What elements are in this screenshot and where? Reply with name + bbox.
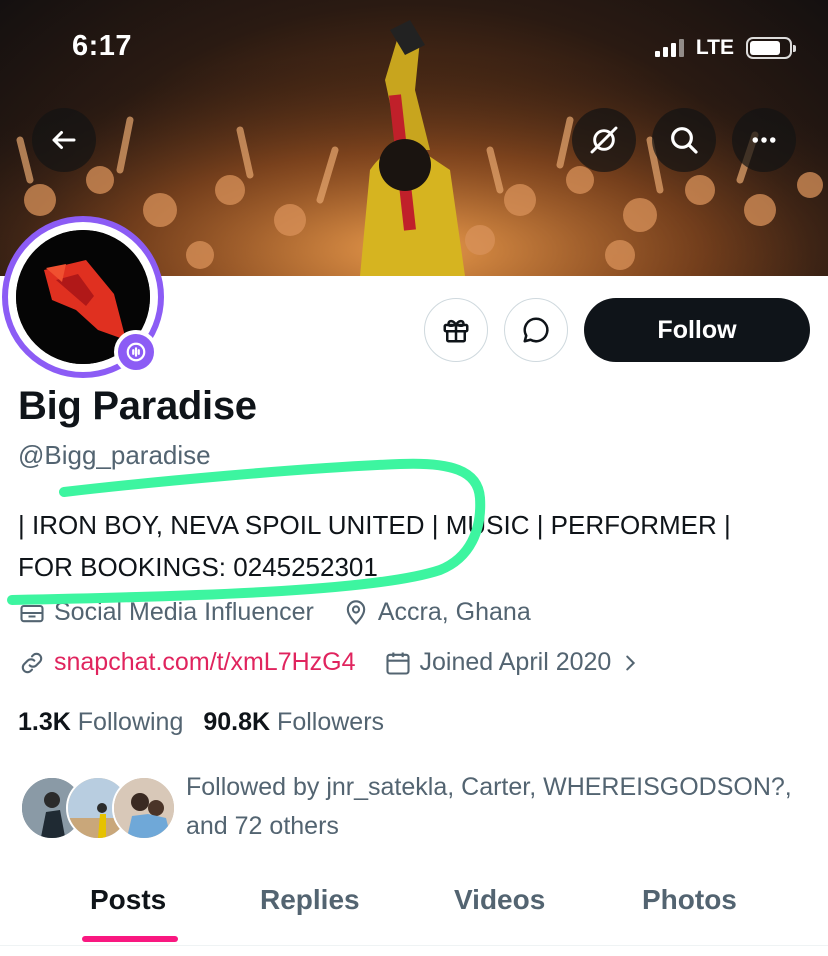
gift-button[interactable] xyxy=(424,298,488,362)
bio-line: FOR BOOKINGS: 0245252301 xyxy=(18,552,378,582)
follow-stats: 1.3K Following 90.8K Followers xyxy=(18,708,384,737)
joined-item[interactable]: Joined April 2020 xyxy=(384,648,642,677)
status-indicators: LTE xyxy=(654,36,796,60)
calendar-icon xyxy=(385,652,410,675)
briefcase-icon xyxy=(20,604,44,622)
following-stat[interactable]: 1.3K Following xyxy=(18,708,183,737)
more-icon xyxy=(752,137,776,143)
followers-label: Followers xyxy=(277,708,385,736)
broadcast-button[interactable] xyxy=(572,108,636,172)
microphone-icon xyxy=(126,342,146,362)
profile-bio: | IRON BOY, NEVA SPOIL UNITED | MUSIC | … xyxy=(18,504,818,588)
followers-stat[interactable]: 90.8K Followers xyxy=(203,708,384,737)
profile-meta-row-2: snapchat.com/t/xmL7HzG4 Joined April 202… xyxy=(18,648,641,677)
website-item[interactable]: snapchat.com/t/xmL7HzG4 xyxy=(18,648,356,677)
category-label: Social Media Influencer xyxy=(54,598,314,626)
follow-button[interactable]: Follow xyxy=(584,298,810,362)
follower-avatar xyxy=(112,776,176,840)
profile-meta-row: Social Media Influencer Accra, Ghana xyxy=(18,598,531,627)
message-button[interactable] xyxy=(504,298,568,362)
message-icon xyxy=(523,317,549,343)
location-label: Accra, Ghana xyxy=(377,598,531,626)
signal-icon xyxy=(654,39,684,57)
back-button[interactable] xyxy=(32,108,96,172)
followers-count: 90.8K xyxy=(203,708,271,736)
location-item: Accra, Ghana xyxy=(342,598,531,627)
active-tab-indicator xyxy=(82,936,178,942)
status-time: 6:17 xyxy=(72,30,133,62)
website-link[interactable]: snapchat.com/t/xmL7HzG4 xyxy=(54,648,356,677)
tab-videos[interactable]: Videos xyxy=(454,884,545,916)
followed-by-avatars[interactable] xyxy=(20,776,176,842)
bio-line: | IRON BOY, NEVA SPOIL UNITED | MUSIC | … xyxy=(18,510,731,540)
search-button[interactable] xyxy=(652,108,716,172)
spaces-badge[interactable] xyxy=(114,330,158,374)
search-icon xyxy=(671,127,698,154)
profile-handle: @Bigg_paradise xyxy=(18,440,211,470)
tab-replies[interactable]: Replies xyxy=(260,884,360,916)
tab-photos[interactable]: Photos xyxy=(642,884,737,916)
followed-by-text[interactable]: Followed by jnr_satekla, Carter, WHEREIS… xyxy=(186,768,816,846)
category-item: Social Media Influencer xyxy=(18,598,314,627)
following-label: Following xyxy=(77,708,184,736)
tabs-divider xyxy=(0,945,828,946)
joined-label: Joined April 2020 xyxy=(419,648,612,676)
gift-icon xyxy=(443,319,469,343)
arrow-left-icon xyxy=(52,131,76,149)
following-count: 1.3K xyxy=(18,708,71,736)
network-label: LTE xyxy=(695,36,734,59)
chevron-right-icon xyxy=(626,655,636,670)
link-icon xyxy=(21,652,43,673)
broadcast-icon xyxy=(590,126,618,154)
location-pin-icon xyxy=(346,599,366,625)
profile-tabs: Posts Replies Videos Photos xyxy=(0,866,828,946)
profile-name: Big Paradise xyxy=(18,384,257,428)
more-button[interactable] xyxy=(732,108,796,172)
tab-posts[interactable]: Posts xyxy=(90,884,166,916)
battery-icon xyxy=(746,37,796,59)
